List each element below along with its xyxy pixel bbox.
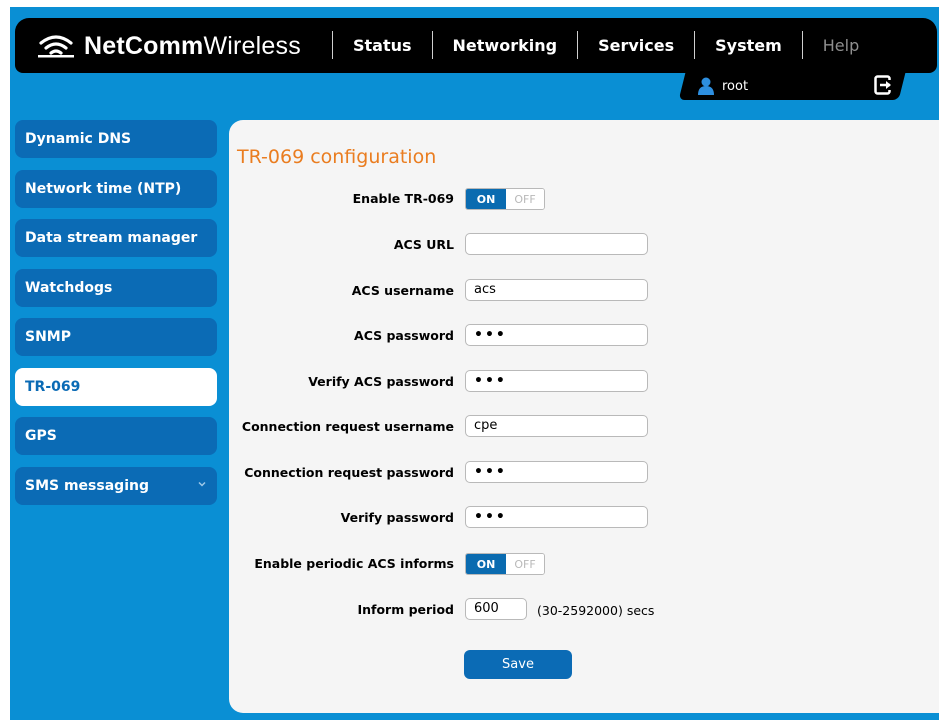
sidebar-item-label: TR-069 bbox=[25, 378, 81, 395]
brand-name: NetCommWireless bbox=[84, 31, 301, 60]
nav-networking[interactable]: Networking bbox=[433, 36, 578, 55]
verify-password-input[interactable]: ••• bbox=[465, 506, 648, 528]
username: root bbox=[722, 78, 749, 94]
toggle-on: ON bbox=[466, 189, 506, 209]
toggle-on: ON bbox=[466, 554, 506, 574]
sidebar-item-label: Dynamic DNS bbox=[25, 131, 132, 147]
sidebar-item-network-time[interactable]: Network time (NTP) bbox=[15, 169, 217, 208]
sidebar-item-label: SNMP bbox=[25, 329, 71, 345]
enable-periodic-informs-toggle[interactable]: ON OFF bbox=[465, 553, 545, 575]
sidebar-item-snmp[interactable]: SNMP bbox=[15, 318, 217, 356]
save-button[interactable]: Save bbox=[464, 650, 572, 679]
chevron-down-icon bbox=[198, 481, 206, 487]
acs-password-input[interactable]: ••• bbox=[465, 324, 648, 346]
verify-password-label: Verify password bbox=[340, 510, 454, 525]
acs-username-input[interactable]: acs bbox=[465, 279, 648, 301]
toggle-off: OFF bbox=[506, 189, 544, 209]
wifi-logo-icon bbox=[38, 35, 74, 58]
sidebar-item-label: Watchdogs bbox=[25, 279, 113, 296]
connection-request-username-label: Connection request username bbox=[241, 419, 454, 434]
page: NetCommWireless Status Networking Servic… bbox=[0, 0, 939, 720]
verify-acs-password-input[interactable]: ••• bbox=[465, 370, 648, 392]
sidebar-item-label: Data stream manager bbox=[25, 230, 198, 246]
connection-request-username-input[interactable]: cpe bbox=[465, 415, 648, 437]
enable-tr069-label: Enable TR-069 bbox=[352, 191, 454, 206]
sidebar: Dynamic DNS Network time (NTP) Data stre… bbox=[15, 120, 217, 516]
acs-url-input[interactable] bbox=[465, 233, 648, 255]
connection-request-password-input[interactable]: ••• bbox=[465, 461, 648, 483]
acs-username-label: ACS username bbox=[351, 283, 454, 298]
enable-periodic-informs-label: Enable periodic ACS informs bbox=[254, 556, 454, 571]
sidebar-item-data-stream-manager[interactable]: Data stream manager bbox=[15, 219, 217, 257]
user-icon bbox=[698, 77, 714, 95]
inform-period-unit: (30-2592000) secs bbox=[537, 603, 655, 618]
sidebar-item-label: GPS bbox=[25, 428, 57, 444]
logout-icon[interactable] bbox=[874, 75, 894, 95]
nav-help[interactable]: Help bbox=[803, 36, 879, 55]
inform-period-label: Inform period bbox=[357, 602, 454, 617]
enable-tr069-toggle[interactable]: ON OFF bbox=[465, 188, 545, 210]
nav-services[interactable]: Services bbox=[578, 36, 694, 55]
brand-logo[interactable]: NetCommWireless bbox=[38, 30, 301, 62]
sidebar-item-gps[interactable]: GPS bbox=[15, 417, 217, 455]
sidebar-item-tr069[interactable]: TR-069 bbox=[15, 367, 217, 406]
sidebar-item-label: SMS messaging bbox=[25, 477, 149, 494]
nav-system[interactable]: System bbox=[695, 36, 802, 55]
acs-password-label: ACS password bbox=[354, 328, 454, 343]
nav-status[interactable]: Status bbox=[333, 36, 432, 55]
acs-url-label: ACS URL bbox=[393, 237, 454, 252]
toggle-off: OFF bbox=[506, 554, 544, 574]
current-user: root bbox=[698, 74, 748, 98]
connection-request-password-label: Connection request password bbox=[244, 465, 454, 480]
page-title: TR-069 configuration bbox=[237, 146, 437, 168]
main-nav: Status Networking Services System Help bbox=[332, 30, 879, 60]
sidebar-item-label: Network time (NTP) bbox=[25, 180, 182, 197]
sidebar-item-sms-messaging[interactable]: SMS messaging bbox=[15, 466, 217, 505]
sidebar-item-dynamic-dns[interactable]: Dynamic DNS bbox=[15, 120, 217, 158]
inform-period-input[interactable]: 600 bbox=[465, 598, 527, 620]
verify-acs-password-label: Verify ACS password bbox=[308, 374, 454, 389]
sidebar-item-watchdogs[interactable]: Watchdogs bbox=[15, 268, 217, 307]
